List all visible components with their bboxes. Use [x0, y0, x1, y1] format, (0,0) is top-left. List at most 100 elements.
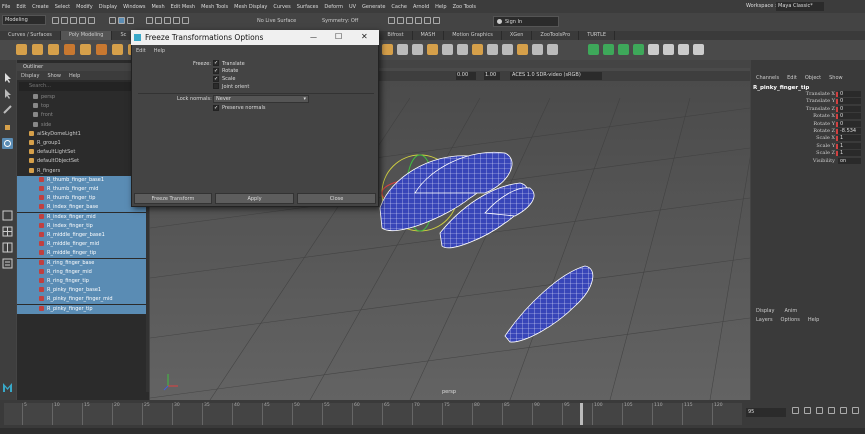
- menu-mesh-display[interactable]: Mesh Display: [234, 4, 267, 10]
- outliner-item[interactable]: R_ring_finger_base: [17, 258, 147, 268]
- play-forward-icon[interactable]: [828, 407, 835, 414]
- shelf-tab-6[interactable]: XGen: [502, 31, 533, 40]
- menu-select[interactable]: Select: [55, 4, 70, 10]
- channel-value[interactable]: 0: [838, 120, 861, 127]
- paint-select-icon[interactable]: [2, 104, 13, 115]
- viewport-gamma[interactable]: 1.00: [484, 72, 500, 80]
- select-object-icon[interactable]: [118, 17, 125, 24]
- shelf-tool-icon-2[interactable]: [412, 44, 423, 55]
- shelf-tool-icon-7[interactable]: [487, 44, 498, 55]
- channel-value[interactable]: 0: [838, 98, 861, 105]
- arnold-render-icon[interactable]: [424, 17, 431, 24]
- outliner-item[interactable]: defaultLightSet: [17, 148, 147, 157]
- preserve-normals-checkbox[interactable]: ✓: [213, 105, 219, 111]
- shelf-poly-icon-0[interactable]: [16, 44, 27, 55]
- freeze-scale-checkbox[interactable]: ✓: [213, 75, 219, 82]
- layer-tab-display[interactable]: Display: [756, 308, 774, 314]
- outliner-search-input[interactable]: Search...: [19, 82, 145, 91]
- live-surface-label[interactable]: No Live Surface: [257, 18, 296, 24]
- channel-value[interactable]: 1: [838, 150, 861, 157]
- channel-row[interactable]: Visibility on: [756, 157, 861, 165]
- shelf-tool-icon-0[interactable]: [382, 44, 393, 55]
- shelf-poly-icon-1[interactable]: [32, 44, 43, 55]
- outliner-menu-display[interactable]: Display: [21, 73, 39, 79]
- menu-zoo-tools[interactable]: Zoo Tools: [453, 4, 476, 10]
- shelf-poly-icon-5[interactable]: [96, 44, 107, 55]
- dialog-menu-help[interactable]: Help: [154, 48, 165, 54]
- menu-create[interactable]: Create: [32, 4, 49, 10]
- shelf-mesh-icon-7[interactable]: [693, 44, 704, 55]
- layout-four-icon[interactable]: [2, 226, 13, 237]
- channel-value[interactable]: 1: [838, 135, 861, 142]
- layer-tab-anim[interactable]: Anim: [784, 308, 797, 314]
- select-hierarchy-icon[interactable]: [109, 17, 116, 24]
- snap-curve-icon[interactable]: [155, 17, 162, 24]
- apply-button[interactable]: Apply: [215, 193, 294, 204]
- step-back-icon[interactable]: [804, 407, 811, 414]
- channel-row[interactable]: Translate Z0: [756, 105, 861, 113]
- snap-point-icon[interactable]: [164, 17, 171, 24]
- shelf-tab-8[interactable]: TURTLE: [579, 31, 616, 40]
- sign-in-button[interactable]: Sign In: [493, 16, 559, 27]
- lasso-tool-icon[interactable]: [2, 88, 13, 99]
- shelf-mesh-icon-3[interactable]: [633, 44, 644, 55]
- select-tool-icon[interactable]: [2, 72, 13, 83]
- layer-menu-options[interactable]: Options: [781, 317, 800, 323]
- shelf-mesh-icon-0[interactable]: [588, 44, 599, 55]
- outliner-item[interactable]: R_group1: [17, 139, 147, 148]
- shelf-tool-icon-11[interactable]: [547, 44, 558, 55]
- shelf-tool-icon-1[interactable]: [397, 44, 408, 55]
- shelf-tab-1[interactable]: Poly Modeling: [60, 31, 113, 40]
- channel-row[interactable]: Rotate Y0: [756, 120, 861, 128]
- outliner-menu-help[interactable]: Help: [69, 73, 80, 79]
- layout-two-icon[interactable]: [2, 242, 13, 253]
- go-to-end-icon[interactable]: [852, 407, 859, 414]
- menu-arnold[interactable]: Arnold: [413, 4, 429, 10]
- menu-display[interactable]: Display: [99, 4, 117, 10]
- outliner-item[interactable]: R_middle_finger_base1: [17, 231, 147, 240]
- outliner-item[interactable]: R_ring_finger_tip: [17, 277, 147, 286]
- undo-icon[interactable]: [79, 17, 86, 24]
- outliner-item[interactable]: R_pinky_finger_tip: [17, 304, 147, 314]
- channel-row[interactable]: Scale Y1: [756, 142, 861, 150]
- shelf-tool-icon-9[interactable]: [517, 44, 528, 55]
- outliner-item[interactable]: R_middle_finger_mid: [17, 240, 147, 250]
- menu-help[interactable]: Help: [435, 4, 446, 10]
- render-settings-icon[interactable]: [406, 17, 413, 24]
- outliner-item[interactable]: side: [17, 121, 147, 130]
- shelf-mesh-icon-4[interactable]: [648, 44, 659, 55]
- play-back-icon[interactable]: [816, 407, 823, 414]
- menu-uv[interactable]: UV: [349, 4, 356, 10]
- shelf-mesh-icon-2[interactable]: [618, 44, 629, 55]
- shelf-tool-icon-3[interactable]: [427, 44, 438, 55]
- channel-value[interactable]: 0: [838, 105, 861, 112]
- outliner-item[interactable]: R_thumb_finger_mid: [17, 185, 147, 194]
- menu-mesh[interactable]: Mesh: [151, 4, 164, 10]
- shelf-tool-icon-8[interactable]: [502, 44, 513, 55]
- shelf-tool-icon-5[interactable]: [457, 44, 468, 55]
- menu-file[interactable]: File: [2, 4, 10, 10]
- workspace-select[interactable]: Maya Classic*: [776, 2, 824, 11]
- channel-row[interactable]: Scale X1: [756, 135, 861, 142]
- rotate-tool-icon[interactable]: [2, 138, 13, 149]
- channel-row[interactable]: Translate X0: [756, 91, 861, 98]
- render-icon[interactable]: [388, 17, 395, 24]
- channel-row[interactable]: Rotate X0: [756, 113, 861, 120]
- shelf-tool-icon-4[interactable]: [442, 44, 453, 55]
- outliner-item[interactable]: persp: [17, 93, 147, 102]
- outliner-item[interactable]: R_index_finger_mid: [17, 212, 147, 222]
- outliner-item[interactable]: R_pinky_finger_base1: [17, 286, 147, 296]
- shelf-poly-icon-3[interactable]: [64, 44, 75, 55]
- new-scene-icon[interactable]: [52, 17, 59, 24]
- viewport-exposure[interactable]: 0.00: [456, 72, 476, 80]
- channel-menu-object[interactable]: Object: [805, 75, 821, 81]
- dialog-menu-edit[interactable]: Edit: [136, 48, 146, 54]
- color-space-select[interactable]: ACES 1.0 SDR-video (sRGB): [510, 72, 602, 80]
- layer-menu-help[interactable]: Help: [808, 317, 819, 323]
- layer-menu-layers[interactable]: Layers: [756, 317, 773, 323]
- menu-curves[interactable]: Curves: [273, 4, 290, 10]
- layout-single-icon[interactable]: [2, 210, 13, 221]
- channel-value[interactable]: on: [838, 157, 861, 164]
- minimize-button[interactable]: —: [310, 33, 317, 41]
- outliner-item[interactable]: R_middle_finger_tip: [17, 249, 147, 259]
